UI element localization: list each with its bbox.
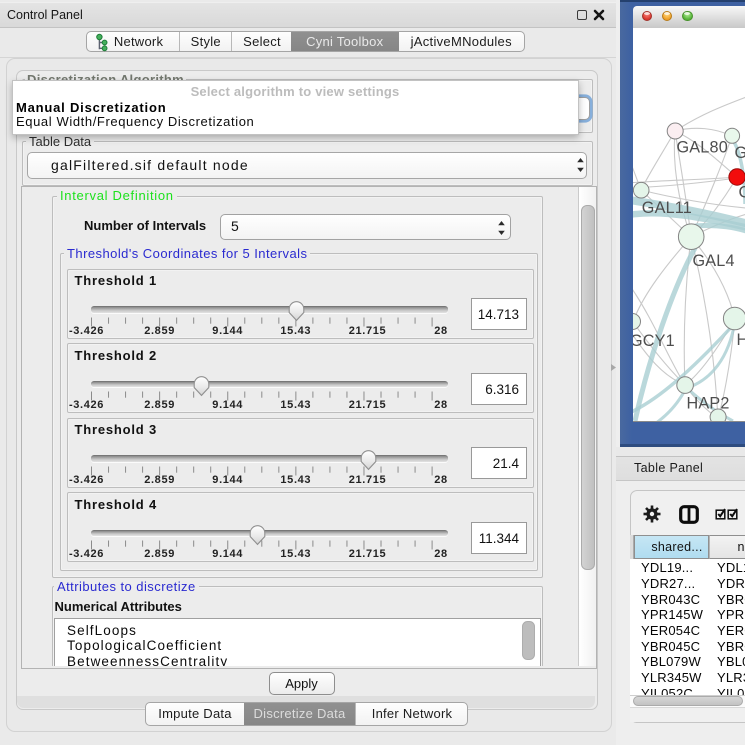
svg-text:C: C [738,183,745,201]
svg-text:GAL11: GAL11 [641,199,691,217]
svg-text:GAL4: GAL4 [692,252,734,270]
svg-text:H: H [736,331,745,349]
svg-text:GCY1: GCY1 [633,332,675,350]
svg-text:G: G [734,144,745,162]
svg-text:GAL80: GAL80 [676,138,727,156]
svg-text:HAP2: HAP2 [686,394,729,412]
